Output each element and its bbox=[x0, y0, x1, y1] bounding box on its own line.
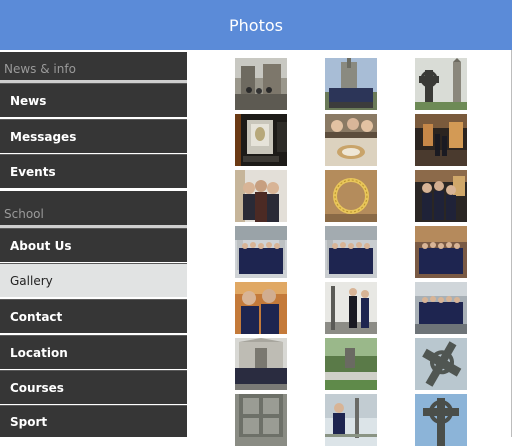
photo-park-memorial[interactable] bbox=[325, 338, 377, 390]
photo-students-seated[interactable] bbox=[235, 282, 287, 334]
photo-uniform-group[interactable] bbox=[415, 226, 467, 278]
sidebar-item-label: Location bbox=[10, 345, 68, 360]
sidebar-item-gallery[interactable]: Gallery bbox=[0, 263, 187, 297]
sidebar-item-sport[interactable]: Sport bbox=[0, 405, 187, 437]
photo-museum-hall[interactable] bbox=[415, 114, 467, 166]
sidebar-item-news[interactable]: News bbox=[0, 83, 187, 117]
photo-high-cross-tower[interactable] bbox=[415, 58, 467, 110]
photo-celtic-cross[interactable] bbox=[415, 338, 467, 390]
photo-museum-display[interactable] bbox=[235, 114, 287, 166]
sidebar-item-label: News bbox=[10, 93, 47, 108]
photo-students-exhibit[interactable] bbox=[415, 170, 467, 222]
app-header: Photos bbox=[0, 0, 512, 50]
photo-uniform-group[interactable] bbox=[415, 282, 467, 334]
section-header-news-info: News & info bbox=[0, 52, 187, 83]
photo-building-group[interactable] bbox=[235, 338, 287, 390]
sidebar-menu: News & info News Messages Events School … bbox=[0, 50, 188, 437]
photo-high-cross[interactable] bbox=[415, 394, 467, 446]
sidebar-item-label: Gallery bbox=[10, 273, 53, 288]
photo-table-group[interactable] bbox=[325, 114, 377, 166]
sidebar-item-label: About Us bbox=[10, 238, 72, 253]
section-label: News & info bbox=[4, 62, 76, 76]
photo-uniform-group[interactable] bbox=[235, 226, 287, 278]
photo-gold-collar[interactable] bbox=[325, 170, 377, 222]
photo-group-outdoor[interactable] bbox=[325, 58, 377, 110]
sidebar-item-label: Events bbox=[10, 164, 56, 179]
sidebar-item-label: Contact bbox=[10, 309, 63, 324]
photo-students-gate[interactable] bbox=[325, 282, 377, 334]
sidebar-item-label: Messages bbox=[10, 129, 77, 144]
sidebar-item-label: Courses bbox=[10, 380, 64, 395]
photo-carved-stone[interactable] bbox=[235, 394, 287, 446]
section-header-school: School bbox=[0, 190, 187, 228]
sidebar-item-messages[interactable]: Messages bbox=[0, 119, 187, 153]
sidebar-item-contact[interactable]: Contact bbox=[0, 299, 187, 333]
sidebar-item-label: Sport bbox=[10, 414, 48, 429]
photo-uniform-group[interactable] bbox=[325, 226, 377, 278]
sidebar-item-location[interactable]: Location bbox=[0, 335, 187, 369]
photo-grid bbox=[188, 50, 512, 446]
section-label: School bbox=[4, 207, 44, 221]
sidebar-item-about-us[interactable]: About Us bbox=[0, 228, 187, 262]
photo-students-trees[interactable] bbox=[325, 394, 377, 446]
photo-students-indoor[interactable] bbox=[235, 170, 287, 222]
page-title: Photos bbox=[229, 15, 283, 35]
sidebar-item-courses[interactable]: Courses bbox=[0, 370, 187, 404]
photo-ruins-group[interactable] bbox=[235, 58, 287, 110]
sidebar-item-events[interactable]: Events bbox=[0, 154, 187, 188]
